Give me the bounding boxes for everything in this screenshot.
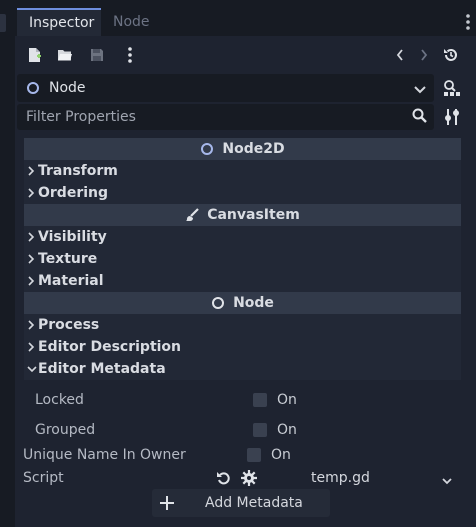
section-texture[interactable]: Texture bbox=[24, 248, 461, 270]
chevron-right-icon bbox=[27, 342, 38, 352]
section-editor-metadata[interactable]: Editor Metadata bbox=[24, 358, 461, 380]
category-node2d: Node2D bbox=[24, 138, 461, 160]
property-script: Script temp.gd bbox=[23, 467, 461, 490]
category-label: CanvasItem bbox=[207, 207, 300, 223]
property-locked: Locked On bbox=[24, 388, 461, 412]
node-selector[interactable]: Node bbox=[17, 74, 434, 102]
inspector-toolbar bbox=[15, 36, 476, 74]
chevron-down-icon bbox=[414, 83, 426, 99]
unique-name-checkbox[interactable] bbox=[247, 448, 261, 462]
brush-icon bbox=[185, 208, 199, 222]
node-ring-icon bbox=[211, 296, 225, 310]
history-icon[interactable] bbox=[438, 36, 464, 74]
left-dock-gutter bbox=[0, 0, 15, 527]
section-label: Editor Description bbox=[38, 339, 182, 355]
open-documentation-icon[interactable] bbox=[440, 75, 464, 101]
property-unique-name: Unique Name In Owner On bbox=[23, 443, 461, 467]
section-label: Transform bbox=[38, 163, 118, 179]
checkbox-value: On bbox=[277, 392, 297, 408]
section-label: Ordering bbox=[38, 185, 109, 201]
category-node: Node bbox=[24, 292, 461, 314]
section-visibility[interactable]: Visibility bbox=[24, 226, 461, 248]
open-folder-icon[interactable] bbox=[52, 36, 78, 74]
forward-icon[interactable] bbox=[411, 36, 437, 74]
grouped-checkbox[interactable] bbox=[253, 423, 267, 437]
chevron-right-icon bbox=[27, 232, 38, 242]
chevron-right-icon bbox=[27, 276, 38, 286]
checkbox-value: On bbox=[277, 422, 297, 438]
property-label: Grouped bbox=[35, 422, 96, 438]
save-icon[interactable] bbox=[84, 36, 110, 74]
checkbox-value: On bbox=[271, 447, 291, 463]
section-editor-description[interactable]: Editor Description bbox=[24, 336, 461, 358]
property-list: Node2D Transform Ordering CanvasItem Vis… bbox=[23, 138, 461, 490]
property-grouped: Grouped On bbox=[24, 418, 461, 442]
gutter-handle bbox=[0, 14, 6, 32]
property-label: Locked bbox=[35, 392, 84, 408]
add-metadata-label: Add Metadata bbox=[205, 495, 303, 511]
chevron-right-icon bbox=[27, 188, 38, 198]
tab-bar: Inspector Node bbox=[15, 0, 476, 36]
more-options-icon[interactable] bbox=[117, 36, 143, 74]
filter-properties-input[interactable] bbox=[17, 104, 402, 130]
add-metadata-button[interactable]: Add Metadata bbox=[152, 489, 330, 517]
back-icon[interactable] bbox=[387, 36, 413, 74]
locked-checkbox[interactable] bbox=[253, 393, 267, 407]
node-ring-icon bbox=[27, 82, 39, 94]
filter-properties-box bbox=[17, 104, 434, 130]
chevron-right-icon bbox=[27, 254, 38, 264]
category-label: Node bbox=[233, 295, 274, 311]
section-label: Process bbox=[38, 317, 100, 333]
search-icon[interactable] bbox=[412, 108, 428, 128]
chevron-down-icon[interactable] bbox=[442, 473, 452, 489]
section-ordering[interactable]: Ordering bbox=[24, 182, 461, 204]
reload-icon[interactable] bbox=[216, 470, 232, 490]
property-label: Unique Name In Owner bbox=[23, 447, 186, 463]
plus-icon bbox=[160, 496, 174, 514]
section-label: Visibility bbox=[38, 229, 107, 245]
category-canvas-item: CanvasItem bbox=[24, 204, 461, 226]
section-transform[interactable]: Transform bbox=[24, 160, 461, 182]
tab-node[interactable]: Node bbox=[101, 8, 161, 36]
chevron-right-icon bbox=[27, 320, 38, 330]
section-material[interactable]: Material bbox=[24, 270, 461, 292]
tab-inspector[interactable]: Inspector bbox=[17, 8, 101, 36]
tab-menu-icon[interactable] bbox=[462, 14, 474, 32]
node-selector-value: Node bbox=[49, 80, 86, 96]
chevron-right-icon bbox=[27, 166, 38, 176]
tools-icon[interactable] bbox=[440, 104, 464, 130]
gear-icon[interactable] bbox=[241, 470, 257, 490]
node2d-ring-icon bbox=[200, 142, 214, 156]
inspector-panel: Inspector Node Node Filter Properties No… bbox=[15, 0, 476, 527]
section-process[interactable]: Process bbox=[24, 314, 461, 336]
section-label: Editor Metadata bbox=[38, 361, 166, 377]
section-label: Material bbox=[38, 273, 104, 289]
section-label: Texture bbox=[38, 251, 98, 267]
new-resource-icon[interactable] bbox=[22, 36, 48, 74]
script-value[interactable]: temp.gd bbox=[311, 467, 370, 489]
category-label: Node2D bbox=[222, 141, 285, 157]
chevron-down-icon bbox=[27, 365, 38, 373]
property-label: Script bbox=[23, 470, 64, 486]
